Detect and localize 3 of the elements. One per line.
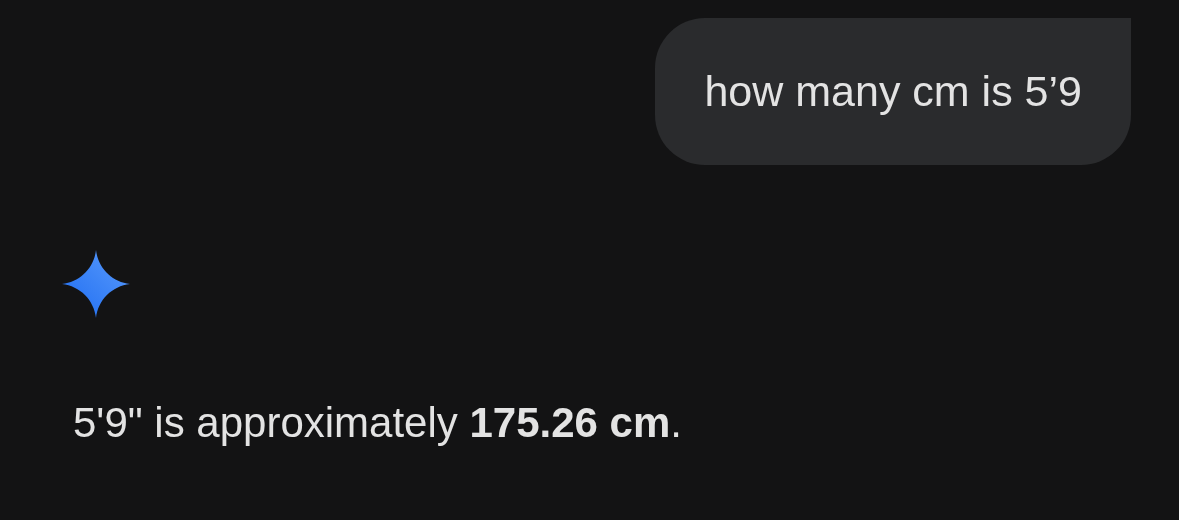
- user-message: how many cm is 5’9: [655, 18, 1131, 165]
- assistant-message: 5'9" is approximately 175.26 cm.: [73, 398, 683, 448]
- sparkle-icon: [62, 250, 130, 318]
